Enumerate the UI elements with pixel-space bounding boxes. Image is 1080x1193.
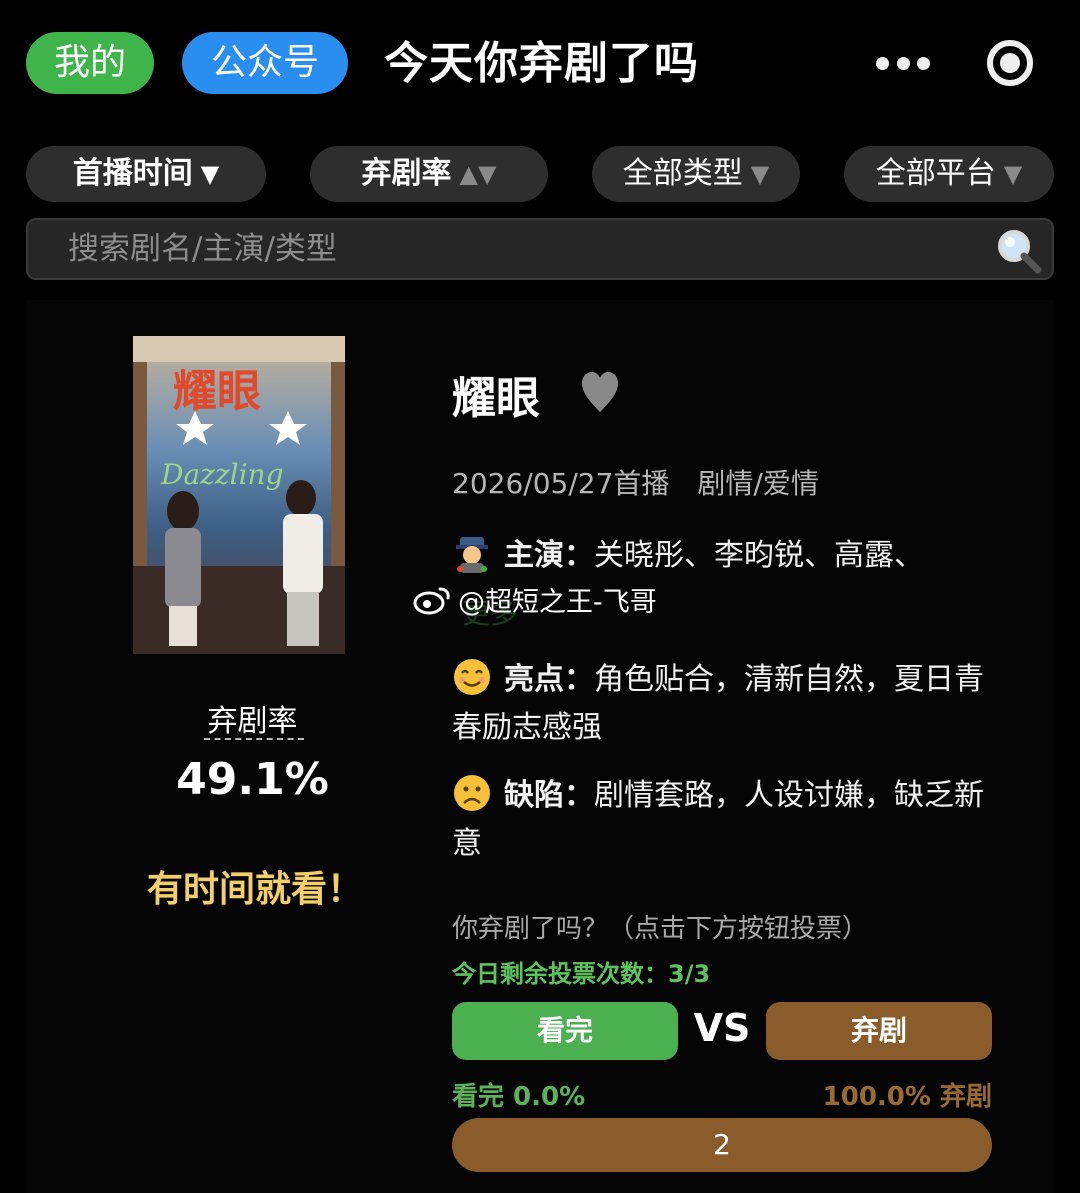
filter-label: 首播时间 <box>72 156 193 191</box>
vote-prompt: 你弃剧了吗？（点击下方按钮投票） <box>452 914 869 944</box>
drop-rate-label: 弃剧率 <box>207 704 298 739</box>
votes-remaining: 今日剩余投票次数：3/3 <box>452 960 711 988</box>
mine-button[interactable]: 我的 <box>26 32 154 94</box>
watermark-text: @超短之王-飞哥 <box>458 587 657 618</box>
cast-value: 关晓彤、李昀锐、高露、 <box>594 538 924 573</box>
vs-label: VS <box>693 1006 751 1050</box>
vote-watch-button[interactable]: 看完 <box>452 1002 678 1060</box>
dashed-underline <box>204 738 304 740</box>
sort-down-icon: ▼ <box>200 160 220 188</box>
filter-label: 全部类型 <box>622 156 743 191</box>
filter-platform[interactable]: 全部平台 ▼ <box>844 146 1054 202</box>
vote-drop-button[interactable]: 弃剧 <box>766 1002 992 1060</box>
cons-label: 缺陷： <box>504 778 594 813</box>
weibo-icon <box>413 587 450 614</box>
more-options-icon[interactable] <box>876 52 930 74</box>
filter-label: 弃剧率 <box>361 156 452 191</box>
vote-count: 2 <box>713 1128 731 1161</box>
sort-updown-icon: ▲▼ <box>459 160 497 188</box>
page-title: 今天你弃剧了吗 <box>384 38 699 89</box>
search-icon[interactable] <box>994 226 1044 276</box>
official-account-button[interactable]: 公众号 <box>182 32 348 94</box>
vote-progress-bar: 2 <box>452 1118 992 1172</box>
watch-percentage: 看完 0.0% <box>452 1082 586 1112</box>
pros-label: 亮点： <box>504 662 594 697</box>
drama-poster[interactable]: 耀眼 Dazzling <box>133 336 345 654</box>
chevron-down-icon: ▼ <box>750 160 770 188</box>
detective-icon <box>456 537 488 573</box>
filter-drop-rate[interactable]: 弃剧率 ▲▼ <box>310 146 548 202</box>
frowning-face-icon <box>454 775 490 811</box>
drama-meta: 2026/05/27首播 剧情/爱情 <box>452 462 819 502</box>
filter-premiere-date[interactable]: 首播时间 ▼ <box>26 146 266 202</box>
close-miniprogram-icon[interactable] <box>987 40 1033 86</box>
poster-title-art: 耀眼 <box>173 366 261 417</box>
premiere-date: 2026/05/27首播 <box>452 467 670 500</box>
weibo-watermark: @超短之王-飞哥 <box>412 580 657 619</box>
search-input[interactable] <box>28 220 948 278</box>
drop-percentage: 100.0% 弃剧 <box>822 1082 992 1112</box>
heart-icon[interactable] <box>580 370 620 414</box>
chevron-down-icon: ▼ <box>1003 160 1023 188</box>
verdict-text: 有时间就看！ <box>146 869 363 910</box>
poster-english-title: Dazzling <box>160 458 284 491</box>
filter-label: 全部平台 <box>875 156 996 191</box>
drop-rate-value: 49.1% <box>176 754 329 805</box>
smiling-face-icon <box>454 659 490 695</box>
drama-title: 耀眼 <box>452 373 540 424</box>
genre: 剧情/爱情 <box>697 467 819 500</box>
cast-row: 主演：关晓彤、李昀锐、高露、 <box>452 532 992 580</box>
pros-row: 亮点：角色贴合，清新自然，夏日青春励志感强 <box>452 656 992 752</box>
filter-genre[interactable]: 全部类型 ▼ <box>592 146 800 202</box>
cons-row: 缺陷：剧情套路，人设讨嫌，缺乏新意 <box>452 772 992 868</box>
cast-label: 主演： <box>504 538 594 573</box>
search-bar <box>26 218 1054 280</box>
